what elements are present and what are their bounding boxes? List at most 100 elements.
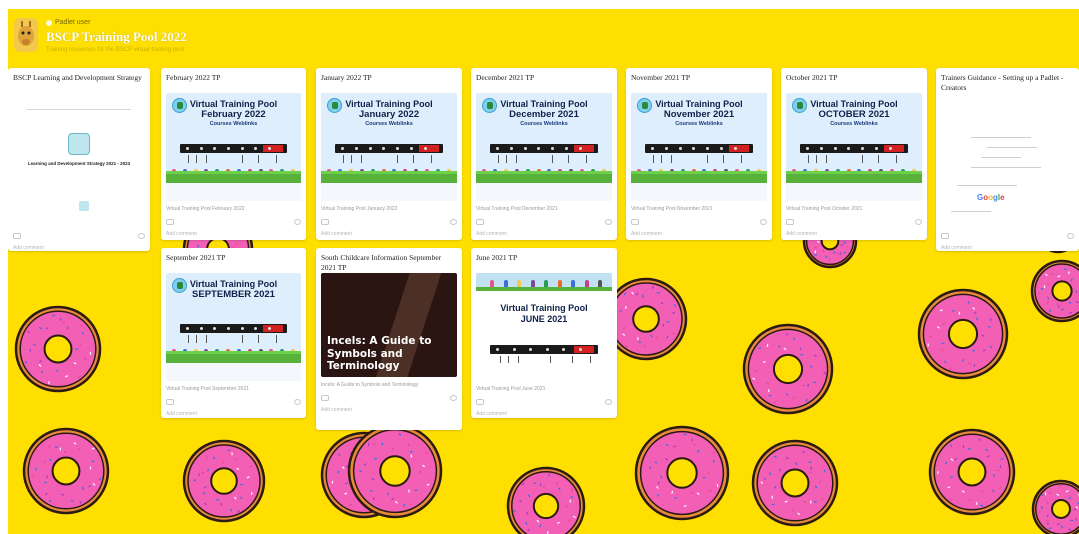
board-title-block: Padlet user BSCP Training Pool 2022 Trai… [46, 18, 187, 54]
comment-icon[interactable] [1067, 233, 1074, 239]
add-comment-input[interactable]: Add comment [13, 242, 145, 252]
timeline-dot [733, 147, 737, 150]
timeline-mark [351, 155, 352, 163]
timeline-dot [267, 147, 271, 150]
post-card[interactable]: June 2021 TP Virtual Training Pool JUNE 20… [471, 248, 617, 418]
post-attachment-preview[interactable]: Incels: A Guide to Symbols and Terminolo… [321, 273, 457, 377]
preview-timeline-dots [341, 147, 427, 150]
timeline-dot [341, 147, 344, 150]
add-comment-input[interactable]: Add comment [786, 228, 922, 238]
timeline-dot [509, 147, 513, 150]
donut-icon [506, 466, 586, 534]
timeline-dot [664, 147, 668, 150]
timeline-dot [368, 147, 372, 150]
post-card[interactable]: October 2021 TP Virtual Training Pool OCTO… [781, 68, 927, 240]
post-attachment-caption: Virtual Training Pool December 2021 [476, 206, 558, 212]
donut-icon [742, 323, 834, 415]
heart-icon[interactable] [13, 233, 21, 239]
post-card[interactable]: November 2021 TP Virtual Training Pool Nov… [626, 68, 772, 240]
add-comment-input[interactable]: Add comment [476, 228, 612, 238]
timeline-dot [861, 147, 865, 150]
post-actions [166, 396, 301, 408]
post-attachment-preview[interactable]: Google [941, 93, 1074, 215]
preview-subheading: Courses Weblinks [209, 121, 258, 127]
post-card[interactable]: January 2022 TP Virtual Training Pool Janu… [316, 68, 462, 240]
post-card[interactable]: Trainers Guidance - Setting up a Padlet … [936, 68, 1079, 251]
timeline-dot [720, 147, 724, 150]
timeline-mark [431, 155, 432, 163]
timeline-mark [506, 155, 507, 163]
post-attachment-preview[interactable]: Virtual Training Pool SEPTEMBER 2021 [166, 273, 301, 381]
add-comment-input[interactable]: Add comment [166, 408, 301, 418]
board-description: Training resources for the BSCP virtual … [46, 47, 185, 53]
timeline-mark [258, 335, 259, 343]
add-comment-input[interactable]: Add comment [476, 408, 612, 418]
post-card[interactable]: February 2022 TP Virtual Training Pool Feb… [161, 68, 306, 240]
post-actions [786, 216, 922, 228]
heart-icon[interactable] [321, 395, 329, 401]
heart-icon[interactable] [476, 399, 484, 405]
timeline-mark [862, 155, 863, 163]
preview-text-line [971, 167, 1041, 168]
comment-icon[interactable] [915, 219, 922, 225]
timeline-dot [254, 147, 258, 150]
post-attachment-preview[interactable]: Virtual Training Pool November 2021 Course… [631, 93, 767, 201]
preview-grass [321, 171, 457, 183]
timeline-mark [878, 155, 879, 163]
post-attachment-preview[interactable]: Virtual Training Pool January 2022 Courses… [321, 93, 457, 201]
heart-icon[interactable] [631, 219, 639, 225]
post-title: October 2021 TP [786, 73, 838, 82]
post-attachment-preview[interactable]: Virtual Training Pool February 2022 Course… [166, 93, 301, 201]
timeline-dot [213, 327, 217, 330]
post-card[interactable]: BSCP Learning and Development Strategy Le… [8, 68, 150, 251]
preview-grass [476, 171, 612, 183]
heart-icon[interactable] [321, 219, 329, 225]
post-attachment-preview[interactable]: Learning and Development Strategy 2021 -… [13, 93, 145, 215]
timeline-mark [741, 155, 742, 163]
timeline-mark [196, 335, 197, 343]
timeline-mark [188, 335, 189, 343]
post-card[interactable]: South Childcare Information September 20… [316, 248, 462, 430]
timeline-dot [254, 327, 258, 330]
comment-icon[interactable] [450, 219, 457, 225]
post-card[interactable]: December 2021 TP Virtual Training Pool Dec… [471, 68, 617, 240]
post-card[interactable]: September 2021 TP Virtual Training Pool SE… [161, 248, 306, 418]
comment-icon[interactable] [450, 395, 457, 401]
timeline-mark [242, 335, 243, 343]
post-attachment-caption: Virtual Training Pool June 2021 [476, 386, 546, 392]
post-attachment-preview[interactable]: Virtual Training Pool JUNE 2021 [476, 273, 612, 381]
heart-icon[interactable] [476, 219, 484, 225]
post-attachment-preview[interactable]: Virtual Training Pool December 2021 Course… [476, 93, 612, 201]
heart-icon[interactable] [786, 219, 794, 225]
heart-icon[interactable] [941, 233, 949, 239]
donut-icon [917, 288, 1009, 380]
timeline-mark [896, 155, 897, 163]
comment-icon[interactable] [138, 233, 145, 239]
add-comment-input[interactable]: Add comment [321, 228, 457, 238]
preview-heading: Virtual Training Pool [500, 99, 588, 109]
giraffe-avatar-icon[interactable] [14, 18, 38, 52]
timeline-dot [267, 327, 271, 330]
preview-subheading: Courses Weblinks [675, 121, 723, 127]
heart-icon[interactable] [166, 399, 174, 405]
preview-month: SEPTEMBER 2021 [192, 289, 275, 300]
timeline-mark [188, 155, 189, 163]
comment-icon[interactable] [294, 219, 301, 225]
heart-icon[interactable] [166, 219, 174, 225]
add-comment-input[interactable]: Add comment [321, 404, 457, 414]
comment-icon[interactable] [760, 219, 767, 225]
timeline-dot [496, 348, 499, 351]
post-actions [941, 230, 1074, 242]
comment-icon[interactable] [294, 399, 301, 405]
comment-icon[interactable] [605, 219, 612, 225]
add-comment-input[interactable]: Add comment [631, 228, 767, 238]
timeline-dot [529, 348, 533, 351]
comment-icon[interactable] [605, 399, 612, 405]
timeline-mark [343, 155, 344, 163]
timeline-dot [562, 348, 566, 351]
add-comment-input[interactable]: Add comment [166, 228, 301, 238]
add-comment-input[interactable]: Add comment [941, 242, 1074, 252]
post-attachment-preview[interactable]: Virtual Training Pool OCTOBER 2021 Courses… [786, 93, 922, 201]
preview-month: November 2021 [663, 109, 735, 120]
preview-text-line [971, 137, 1031, 138]
